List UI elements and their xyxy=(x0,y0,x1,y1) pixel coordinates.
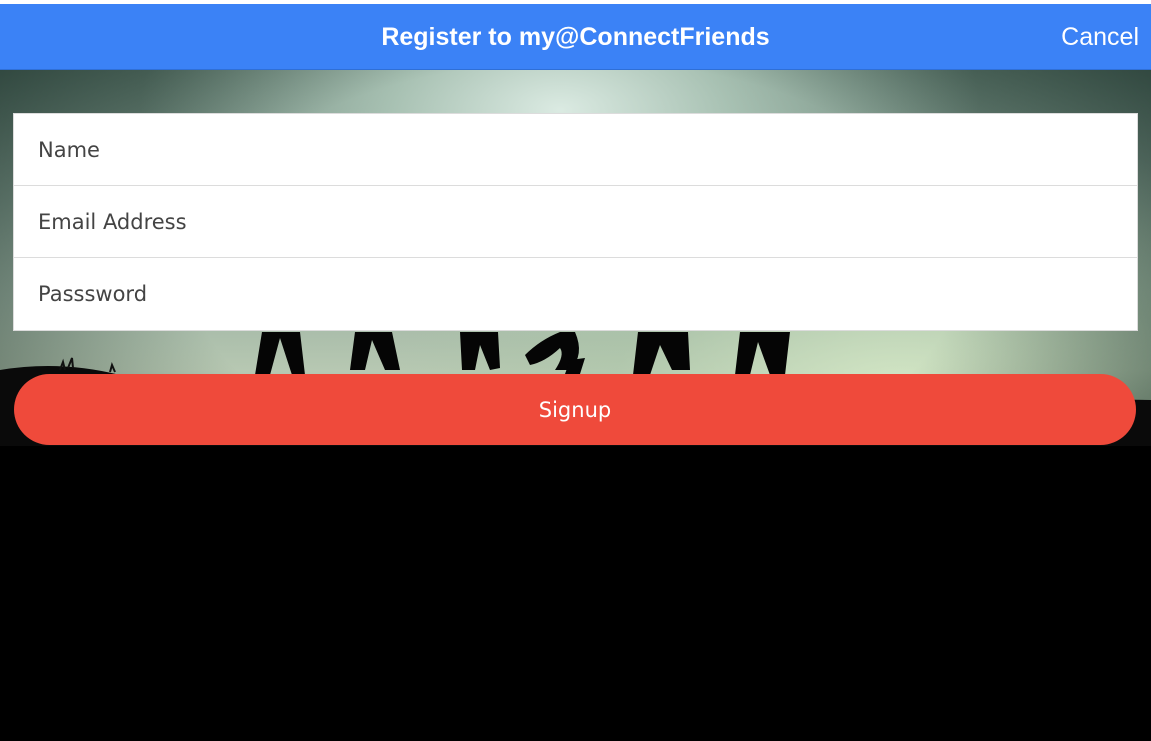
email-row xyxy=(14,186,1137,258)
register-screen: Register to my@ConnectFriends Cancel Nam… xyxy=(0,0,1151,741)
password-row xyxy=(14,258,1137,330)
page-title: Register to my@ConnectFriends xyxy=(381,23,770,51)
bottom-background xyxy=(0,446,1151,741)
password-field[interactable] xyxy=(14,258,1137,330)
registration-form xyxy=(13,113,1138,331)
header-bar: Register to my@ConnectFriends Cancel xyxy=(0,4,1151,70)
email-field[interactable] xyxy=(14,186,1137,257)
signup-button[interactable]: Signup xyxy=(14,374,1136,445)
name-row xyxy=(14,114,1137,186)
name-field[interactable] xyxy=(14,114,1137,185)
cancel-button[interactable]: Cancel xyxy=(1061,4,1139,70)
